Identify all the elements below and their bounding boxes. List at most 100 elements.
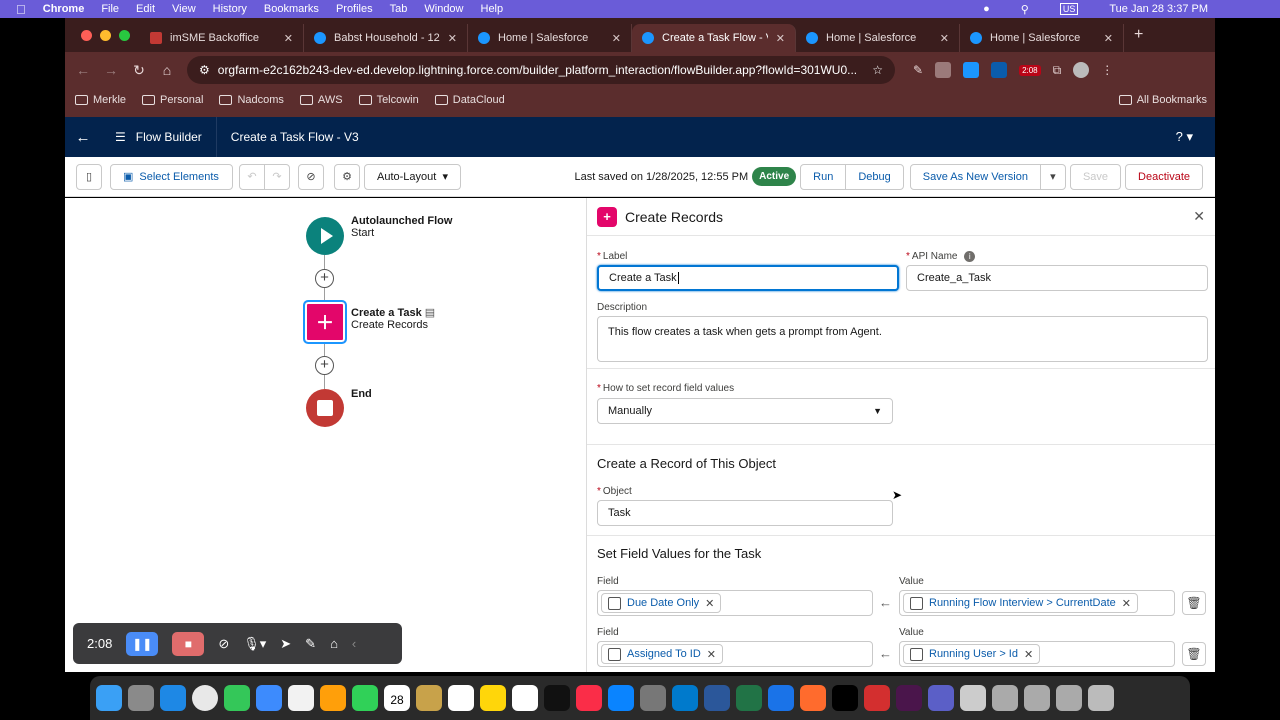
- browser-tab[interactable]: Home | Salesforce ✕: [468, 24, 632, 52]
- debug-button[interactable]: Debug: [845, 163, 904, 190]
- pen-icon[interactable]: ✎: [305, 636, 316, 652]
- value-picker[interactable]: Running Flow Interview > CurrentDate ✕: [899, 590, 1175, 616]
- pointer-icon[interactable]: ➤: [280, 636, 291, 652]
- help-menu[interactable]: ? ▾: [1176, 129, 1193, 145]
- flow-canvas[interactable]: Autolaunched Flow Start + ＋ Create a Tas…: [65, 198, 586, 672]
- tv-icon[interactable]: [544, 685, 570, 711]
- search-icon[interactable]: ⚲: [1021, 3, 1029, 16]
- chrome-icon[interactable]: [192, 685, 218, 711]
- maps-icon[interactable]: [288, 685, 314, 711]
- messages-icon[interactable]: [224, 685, 250, 711]
- close-icon[interactable]: ✕: [1193, 208, 1205, 225]
- back-icon[interactable]: ←: [69, 62, 97, 78]
- trash-icon[interactable]: [1088, 685, 1114, 711]
- how-to-set-select[interactable]: Manually ▼: [597, 398, 893, 424]
- stop-button[interactable]: ■: [172, 631, 205, 656]
- start-node[interactable]: [306, 217, 344, 255]
- browser-tab-active[interactable]: Create a Task Flow - V3 ✕: [632, 24, 796, 52]
- delete-row-button[interactable]: 🗑: [1182, 591, 1206, 615]
- tab-close-icon[interactable]: ✕: [1104, 32, 1113, 45]
- tab-close-icon[interactable]: ✕: [448, 32, 457, 45]
- all-bookmarks[interactable]: All Bookmarks: [1118, 94, 1207, 106]
- redo-button[interactable]: ↷: [264, 163, 290, 190]
- remove-pill-icon[interactable]: ✕: [1024, 648, 1033, 661]
- chrome-menu-icon[interactable]: ⋮: [1101, 63, 1113, 77]
- launchpad-icon[interactable]: [128, 685, 154, 711]
- menu-edit[interactable]: Edit: [136, 3, 155, 15]
- run-button[interactable]: Run: [800, 163, 847, 190]
- save-as-new-version-button[interactable]: Save As New Version: [909, 163, 1041, 190]
- window-thumbnail-icon[interactable]: [1024, 685, 1050, 711]
- extension-icon[interactable]: [935, 62, 952, 78]
- bookmark-folder[interactable]: Telcowin: [358, 94, 419, 106]
- vscode-icon[interactable]: [672, 685, 698, 711]
- tab-close-icon[interactable]: ✕: [776, 32, 785, 45]
- calendar-icon[interactable]: 28: [384, 685, 410, 711]
- object-input[interactable]: Task: [597, 500, 893, 526]
- new-tab-button[interactable]: +: [1134, 26, 1143, 44]
- slack-icon[interactable]: [896, 685, 922, 711]
- menu-help[interactable]: Help: [481, 3, 504, 15]
- reload-icon[interactable]: ↻: [125, 62, 153, 79]
- remove-pill-icon[interactable]: ✕: [1122, 597, 1131, 610]
- bookmark-folder[interactable]: Nadcoms: [219, 94, 284, 106]
- extensions-puzzle-icon[interactable]: ⧉: [1053, 63, 1062, 78]
- music-icon[interactable]: [576, 685, 602, 711]
- tab-close-icon[interactable]: ✕: [612, 32, 621, 45]
- terminal-icon[interactable]: [832, 685, 858, 711]
- menu-tab[interactable]: Tab: [390, 3, 408, 15]
- menu-history[interactable]: History: [213, 3, 247, 15]
- end-node[interactable]: [306, 389, 344, 427]
- input-source-indicator[interactable]: US: [1059, 3, 1079, 15]
- add-element-button[interactable]: +: [315, 269, 334, 288]
- home-icon[interactable]: ⌂: [153, 62, 181, 78]
- window-close-button[interactable]: [81, 29, 92, 41]
- error-check-button[interactable]: ⊘: [298, 163, 324, 190]
- create-records-node[interactable]: ＋: [303, 300, 347, 344]
- field-picker[interactable]: Assigned To ID ✕: [597, 641, 873, 667]
- toggle-toolbox-button[interactable]: ▯: [76, 163, 102, 190]
- window-minimize-button[interactable]: [100, 29, 111, 41]
- field-picker[interactable]: Due Date Only ✕: [597, 590, 873, 616]
- highlighter-icon[interactable]: ⌂: [330, 636, 338, 651]
- tab-close-icon[interactable]: ✕: [284, 32, 293, 45]
- camera-off-icon[interactable]: ⊘: [218, 636, 229, 652]
- add-element-button[interactable]: +: [315, 356, 334, 375]
- site-info-icon[interactable]: ⚙: [199, 63, 210, 77]
- freeform-icon[interactable]: [512, 685, 538, 711]
- layout-dropdown[interactable]: Auto-Layout ▾: [364, 163, 461, 190]
- bookmark-folder[interactable]: Personal: [142, 94, 203, 106]
- preview-icon[interactable]: [960, 685, 986, 711]
- menu-file[interactable]: File: [101, 3, 119, 15]
- extension-icon[interactable]: [963, 62, 980, 78]
- deactivate-button[interactable]: Deactivate: [1125, 163, 1203, 190]
- browser-tab[interactable]: Home | Salesforce ✕: [960, 24, 1124, 52]
- photos-icon[interactable]: [320, 685, 346, 711]
- excel-icon[interactable]: [736, 685, 762, 711]
- save-button[interactable]: Save: [1069, 163, 1122, 190]
- menu-window[interactable]: Window: [424, 3, 463, 15]
- browser-tab[interactable]: Babst Household - 125... ✕: [304, 24, 468, 52]
- bookmark-folder[interactable]: DataCloud: [434, 94, 505, 106]
- delete-row-button[interactable]: 🗑: [1182, 642, 1206, 666]
- bookmark-folder[interactable]: Merkle: [75, 94, 126, 106]
- mail-icon[interactable]: [256, 685, 282, 711]
- info-icon[interactable]: i: [964, 251, 976, 262]
- notes-icon[interactable]: [480, 685, 506, 711]
- value-picker[interactable]: Running User > Id ✕: [899, 641, 1175, 667]
- reminders-icon[interactable]: [448, 685, 474, 711]
- bookmark-folder[interactable]: AWS: [299, 94, 343, 106]
- window-zoom-button[interactable]: [119, 29, 130, 41]
- app-store-icon[interactable]: [608, 685, 634, 711]
- finder-icon[interactable]: [96, 685, 122, 711]
- bookmark-star-icon[interactable]: ☆: [872, 63, 883, 77]
- teams-icon[interactable]: [928, 685, 954, 711]
- menu-bookmarks[interactable]: Bookmarks: [264, 3, 319, 15]
- undo-button[interactable]: ↶: [239, 163, 265, 190]
- facetime-icon[interactable]: [352, 685, 378, 711]
- wifi-icon[interactable]: ●: [983, 3, 990, 15]
- eyedropper-icon[interactable]: ✎: [913, 63, 923, 77]
- forward-icon[interactable]: →: [97, 62, 125, 78]
- safari-icon[interactable]: [160, 685, 186, 711]
- remove-pill-icon[interactable]: ✕: [707, 648, 716, 661]
